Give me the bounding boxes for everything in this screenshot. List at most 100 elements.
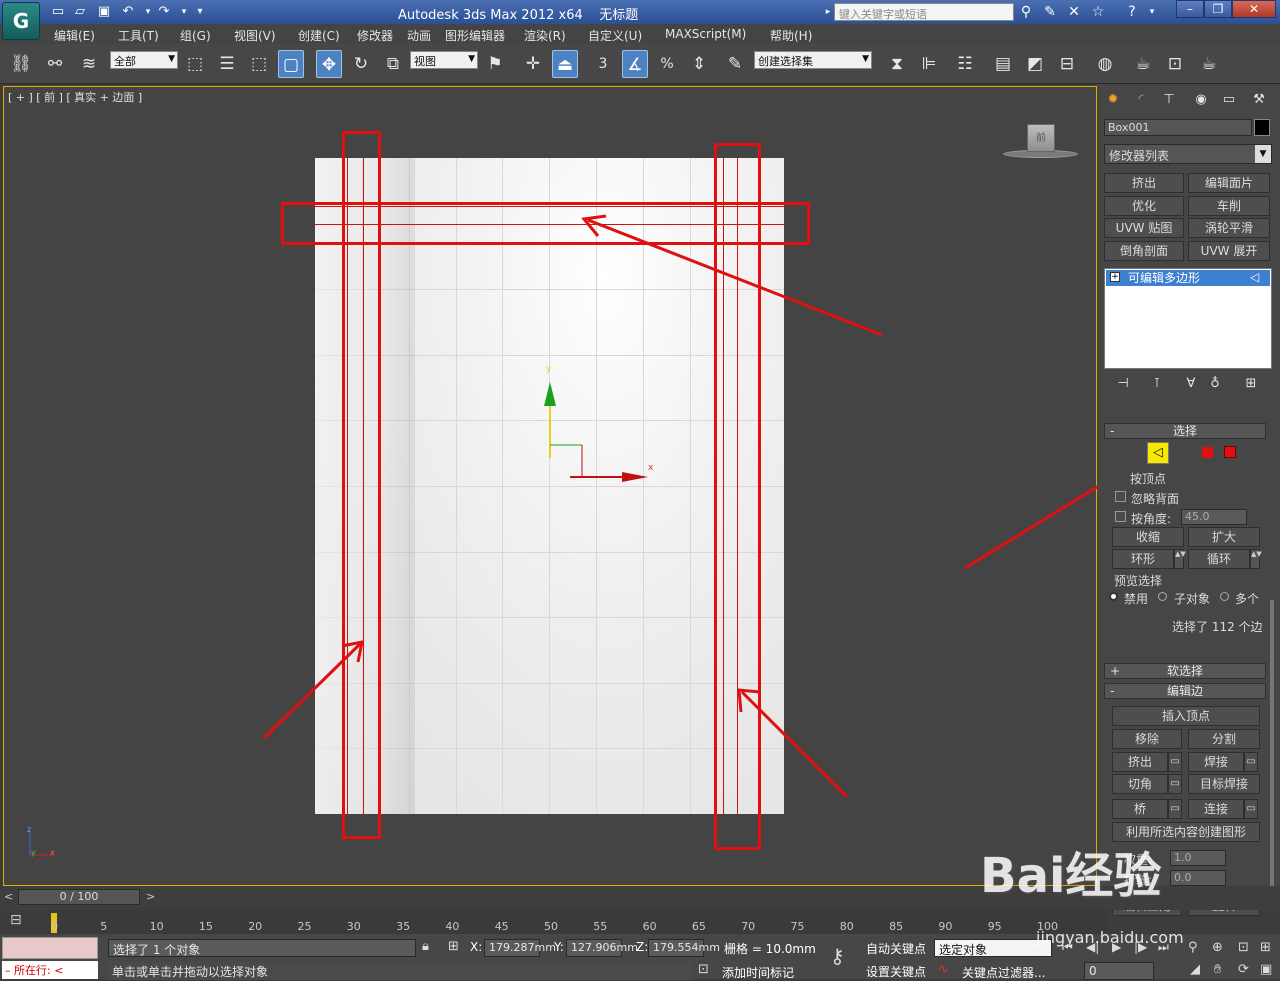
add-time-tag[interactable]: 添加时间标记 <box>722 964 794 981</box>
modifier-list-dropdown[interactable]: 修改器列表 ▼ <box>1104 144 1272 164</box>
remove-modifier-icon[interactable]: ♁ <box>1204 376 1226 396</box>
target-weld-button[interactable]: 目标焊接 <box>1188 774 1260 794</box>
maxscript-listener[interactable] <box>2 937 98 959</box>
preview-subobject-radio[interactable] <box>1158 592 1167 601</box>
bridge-settings-icon[interactable]: ▭ <box>1168 799 1182 819</box>
search-input[interactable]: 键入关键字或短语 <box>834 3 1014 21</box>
angle-snap-icon[interactable]: ∡ <box>622 50 648 78</box>
make-unique-icon[interactable]: ∀ <box>1180 376 1202 396</box>
menu-rendering[interactable]: 渲染(R) <box>524 27 566 44</box>
layer-manager-icon[interactable]: ☷ <box>952 50 978 78</box>
selection-filter-dropdown[interactable]: 全部 ▼ <box>110 51 178 69</box>
select-rotate-icon[interactable]: ↻ <box>348 50 374 78</box>
menu-modifiers[interactable]: 修改器 <box>357 27 393 44</box>
object-color-swatch[interactable] <box>1254 119 1270 136</box>
spinner-snap-icon[interactable]: ⇕ <box>686 50 712 78</box>
rendered-frame-window-icon[interactable]: ⊡ <box>1162 50 1188 78</box>
ring-spinner-icon[interactable]: ▲▼ <box>1174 549 1186 569</box>
keyboard-shortcut-override-icon[interactable]: ⏏ <box>552 50 578 78</box>
element-mode-icon[interactable] <box>1224 446 1236 458</box>
loop-button[interactable]: 循环 <box>1188 549 1250 569</box>
window-crossing-icon[interactable]: ▢ <box>278 50 304 78</box>
open-file-icon[interactable]: ▱ <box>72 4 88 20</box>
mirror-icon[interactable]: ⧗ <box>884 50 910 78</box>
by-angle-checkbox[interactable] <box>1115 511 1126 522</box>
modifier-uvw-map-button[interactable]: UVW 贴图 <box>1104 218 1184 238</box>
modifier-bevel-profile-button[interactable]: 倒角剖面 <box>1104 241 1184 261</box>
menu-create[interactable]: 创建(C) <box>298 27 340 44</box>
edge-mode-icon[interactable]: ◁ <box>1147 442 1169 464</box>
restore-button[interactable]: ❐ <box>1204 0 1232 18</box>
weight-spinner[interactable]: 1.0 <box>1170 850 1226 866</box>
hierarchy-tab-icon[interactable]: ⊤ <box>1158 90 1180 110</box>
modifier-turbosmooth-button[interactable]: 涡轮平滑 <box>1188 218 1270 238</box>
application-button[interactable]: G <box>2 2 40 40</box>
curve-editor-mini-icon[interactable]: ⊟ <box>10 912 22 928</box>
field-of-view-icon[interactable]: ◢ <box>1190 962 1200 977</box>
binoculars-icon[interactable]: ⚲ <box>1016 3 1036 21</box>
bind-space-warp-icon[interactable]: ≋ <box>76 50 102 78</box>
graphite-toolbar-icon[interactable]: ▤ <box>990 50 1016 78</box>
save-icon[interactable]: ▣ <box>96 4 112 20</box>
loop-spinner-icon[interactable]: ▲▼ <box>1250 549 1262 569</box>
zoom-all-icon[interactable]: ⊕ <box>1212 940 1223 955</box>
viewport-label[interactable]: [ + ] [ 前 ] [ 真实 + 边面 ] <box>8 89 142 105</box>
named-selection-set-dropdown[interactable]: 创建选择集 ▼ <box>754 51 872 69</box>
connect-button[interactable]: 连接 <box>1188 799 1244 819</box>
ring-button[interactable]: 环形 <box>1112 549 1174 569</box>
align-icon[interactable]: ⊫ <box>916 50 942 78</box>
create-tab-icon[interactable]: ✹ <box>1102 90 1124 110</box>
material-editor-icon[interactable]: ◍ <box>1092 50 1118 78</box>
time-tag-icon[interactable]: ⊡ <box>698 962 709 977</box>
pivot-center-icon[interactable]: ⚑ <box>482 50 508 78</box>
snaps-toggle-icon[interactable]: 3 <box>590 50 616 78</box>
configure-modifier-sets-icon[interactable]: ⊞ <box>1240 376 1262 396</box>
key-icon[interactable]: ⚷ <box>830 944 845 968</box>
redo-dropdown-icon[interactable]: ▾ <box>176 4 192 20</box>
pin-stack-icon[interactable]: ⊣ <box>1112 376 1134 396</box>
bridge-button[interactable]: 桥 <box>1112 799 1168 819</box>
modify-tab-icon[interactable]: ◜ <box>1130 90 1152 110</box>
preview-multi-radio[interactable] <box>1220 592 1229 601</box>
modifier-edit-patch-button[interactable]: 编辑面片 <box>1188 173 1270 193</box>
select-move-icon[interactable]: ✥ <box>316 50 342 78</box>
menu-views[interactable]: 视图(V) <box>234 27 276 44</box>
render-production-icon[interactable]: ☕ <box>1196 50 1222 78</box>
unlink-icon[interactable]: ⚯ <box>42 50 68 78</box>
expand-icon[interactable]: + <box>1110 272 1120 282</box>
ignore-backface-checkbox[interactable] <box>1115 491 1126 502</box>
schematic-view-icon[interactable]: ⊟ <box>1054 50 1080 78</box>
extrude-settings-icon[interactable]: ▭ <box>1168 752 1182 772</box>
extrude-button[interactable]: 挤出 <box>1112 752 1168 772</box>
minimize-button[interactable]: – <box>1176 0 1204 18</box>
menu-tools[interactable]: 工具(T) <box>118 27 159 44</box>
z-coordinate-field[interactable]: 179.554mm <box>648 939 720 957</box>
menu-customize[interactable]: 自定义(U) <box>588 27 642 44</box>
next-frame-icon[interactable]: > <box>146 890 155 903</box>
orbit-icon[interactable]: ⟳ <box>1238 962 1249 977</box>
select-scale-icon[interactable]: ⧉ <box>380 50 406 78</box>
zoom-extents-all-icon[interactable]: ⊞ <box>1260 940 1271 955</box>
modifier-optimize-button[interactable]: 优化 <box>1104 196 1184 216</box>
viewcube[interactable]: 前 <box>1003 120 1078 162</box>
link-icon[interactable]: ⛓ <box>8 50 34 78</box>
remove-button[interactable]: 移除 <box>1112 729 1182 749</box>
chamfer-button[interactable]: 切角 <box>1112 774 1168 794</box>
display-tab-icon[interactable]: ▭ <box>1218 90 1240 110</box>
chamfer-settings-icon[interactable]: ▭ <box>1168 774 1182 794</box>
quick-access-dropdown-icon[interactable]: ▾ <box>192 4 208 20</box>
split-button[interactable]: 分割 <box>1188 729 1260 749</box>
favorites-star-icon[interactable]: ☆ <box>1088 3 1108 21</box>
edit-named-selection-icon[interactable]: ✎ <box>722 50 748 78</box>
by-angle-spinner[interactable]: 45.0 <box>1181 509 1247 525</box>
help-icon[interactable]: ? <box>1122 3 1142 21</box>
utilities-tab-icon[interactable]: ⚒ <box>1248 90 1270 110</box>
preview-off-radio[interactable] <box>1109 592 1118 601</box>
prev-frame-icon[interactable]: < <box>4 890 13 903</box>
soft-selection-rollout-header[interactable]: + 软选择 <box>1104 663 1266 679</box>
selection-rollout-header[interactable]: - 选择 <box>1104 423 1266 439</box>
pan-icon[interactable]: ✋︎ <box>1214 962 1221 977</box>
object-name-field[interactable]: Box001 <box>1104 119 1252 136</box>
stack-item-editable-poly[interactable]: 可编辑多边形 <box>1106 270 1270 286</box>
menu-animation[interactable]: 动画 <box>407 27 431 44</box>
